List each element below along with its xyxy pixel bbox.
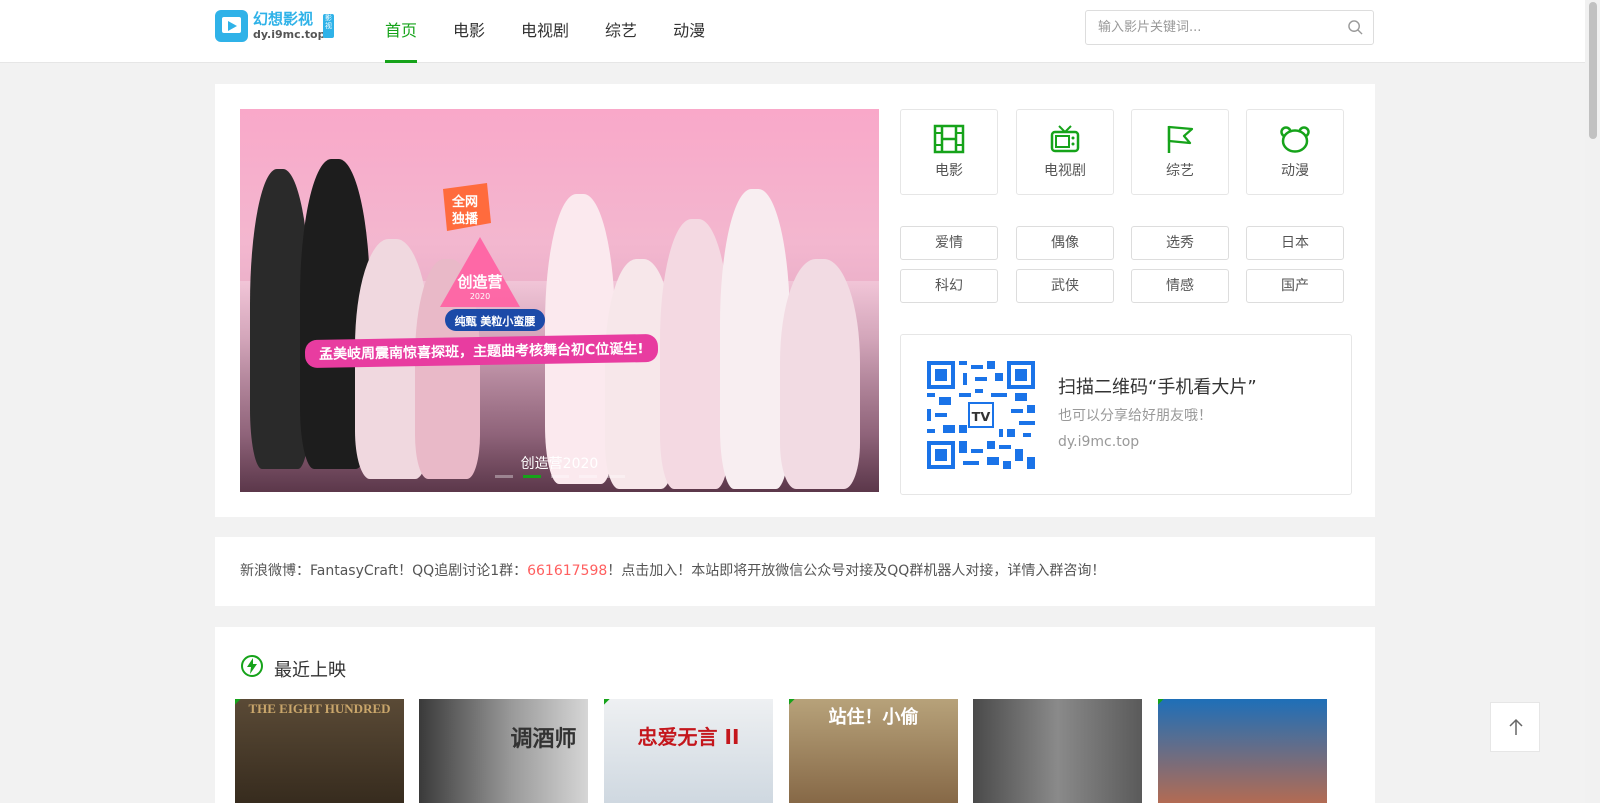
qrcode-url: dy.i9mc.top <box>1058 434 1140 450</box>
notice-bar: 新浪微博：FantasyCraft！QQ追剧讨论1群：661617598！点击加… <box>215 537 1375 606</box>
tag-item[interactable]: 偶像 <box>1016 226 1114 260</box>
notice-prefix: 新浪微博：FantasyCraft！QQ追剧讨论1群： <box>240 563 528 579</box>
category-tv[interactable]: 电视剧 <box>1016 109 1114 195</box>
banner-carousel[interactable]: 全网 独播 创造营 2020 纯甄 美粒小蛮腰 孟美岐周震南惊喜探班，主题曲考核… <box>240 109 879 492</box>
hero-panel: 全网 独播 创造营 2020 纯甄 美粒小蛮腰 孟美岐周震南惊喜探班，主题曲考核… <box>215 84 1375 517</box>
tag-item[interactable]: 日本 <box>1246 226 1344 260</box>
svg-text:全网: 全网 <box>451 194 478 210</box>
exclusive-badge-icon: 全网 独播 <box>443 183 491 231</box>
qrcode-subtitle: 也可以分享给好朋友哦！ <box>1058 408 1212 424</box>
category-label: 动漫 <box>1281 163 1309 179</box>
main-nav: 首页 电影 电视剧 综艺 动漫 <box>385 0 741 63</box>
nav-item-movie[interactable]: 电影 <box>453 0 485 63</box>
camp-logo-icon: 创造营 2020 纯甄 美粒小蛮腰 <box>440 237 545 331</box>
poster-corner <box>1158 699 1164 705</box>
bear-icon <box>1280 126 1310 153</box>
search-input[interactable] <box>1086 11 1326 44</box>
movie-poster[interactable]: THE EIGHT HUNDRED <box>235 699 404 803</box>
poster-title: 忠爱无言 II <box>637 725 740 749</box>
category-cards: 电影 电视剧 综艺 动漫 <box>900 109 1344 195</box>
carousel-dot[interactable] <box>551 475 569 478</box>
tag-item[interactable]: 爱情 <box>900 226 998 260</box>
notice-suffix: ！点击加入！本站即将开放微信公众号对接及QQ群机器人对接，详情入群咨询！ <box>607 563 1106 579</box>
carousel-dot[interactable] <box>579 475 597 478</box>
movie-poster[interactable]: 站住！小偷 <box>789 699 958 803</box>
category-label: 电视剧 <box>1044 163 1086 179</box>
film-icon <box>933 124 965 154</box>
movie-poster[interactable] <box>1158 699 1327 803</box>
site-logo[interactable]: 幻想影视 dy.i9mc.top 影视 <box>215 6 335 46</box>
carousel-dots <box>495 475 635 478</box>
category-movie[interactable]: 电影 <box>900 109 998 195</box>
search-icon[interactable] <box>1348 20 1363 35</box>
tag-item[interactable]: 情感 <box>1131 269 1229 303</box>
category-label: 综艺 <box>1166 163 1194 179</box>
tag-item[interactable]: 选秀 <box>1131 226 1229 260</box>
flag-icon <box>1167 125 1194 153</box>
poster-title: THE EIGHT HUNDRED <box>248 701 391 716</box>
search-box <box>1085 10 1374 45</box>
qrcode-image: TV <box>927 361 1035 469</box>
tv-logo-icon <box>215 10 248 42</box>
nav-item-home[interactable]: 首页 <box>385 0 418 63</box>
recent-section: 最近上映 THE EIGHT HUNDRED 调酒师 忠爱无言 II 站住！小偷 <box>215 627 1375 803</box>
scrollbar-thumb[interactable] <box>1589 2 1597 139</box>
carousel-dot[interactable] <box>495 475 513 478</box>
movie-poster[interactable]: 调酒师 <box>419 699 588 803</box>
tv-icon <box>1050 125 1080 153</box>
category-anime[interactable]: 动漫 <box>1246 109 1344 195</box>
tag-item[interactable]: 国产 <box>1246 269 1344 303</box>
carousel-dot-active[interactable] <box>523 475 541 478</box>
qrcode-title: 扫描二维码“手机看大片” <box>1058 377 1257 398</box>
svg-text:纯甄 美粒小蛮腰: 纯甄 美粒小蛮腰 <box>455 314 536 328</box>
arrow-up-icon <box>1509 718 1523 735</box>
svg-text:TV: TV <box>972 410 991 425</box>
carousel-dot[interactable] <box>607 475 625 478</box>
logo-title: 幻想影视 <box>253 10 314 28</box>
logo-domain: dy.i9mc.top <box>253 28 326 41</box>
svg-text:独播: 独播 <box>452 211 479 227</box>
nav-item-variety[interactable]: 综艺 <box>605 0 637 63</box>
logo-badge: 影视 <box>323 14 334 38</box>
top-header: 幻想影视 dy.i9mc.top 影视 首页 电影 电视剧 综艺 动漫 <box>0 0 1585 63</box>
section-title: 最近上映 <box>274 660 346 681</box>
poster-corner <box>604 699 610 705</box>
page-scrollbar[interactable] <box>1585 0 1600 803</box>
movie-poster[interactable] <box>973 699 1142 803</box>
lightning-icon <box>241 655 263 677</box>
nav-item-anime[interactable]: 动漫 <box>673 0 705 63</box>
category-variety[interactable]: 综艺 <box>1131 109 1229 195</box>
svg-text:2020: 2020 <box>470 292 490 301</box>
tag-item[interactable]: 科幻 <box>900 269 998 303</box>
poster-title: 站住！小偷 <box>828 707 919 728</box>
category-label: 电影 <box>935 163 963 179</box>
nav-item-tv[interactable]: 电视剧 <box>521 0 569 63</box>
qrcode-card: TV 扫描二维码“手机看大片” 也可以分享给好朋友哦！ dy.i9mc.top <box>900 334 1352 495</box>
poster-title: 调酒师 <box>510 726 577 752</box>
svg-text:创造营: 创造营 <box>456 273 502 291</box>
banner-caption[interactable]: 创造营2020 <box>240 453 879 473</box>
back-to-top-button[interactable] <box>1490 702 1540 752</box>
tag-item[interactable]: 武侠 <box>1016 269 1114 303</box>
qq-group-link[interactable]: 661617598 <box>527 563 607 579</box>
movie-poster[interactable]: 忠爱无言 II <box>604 699 773 803</box>
